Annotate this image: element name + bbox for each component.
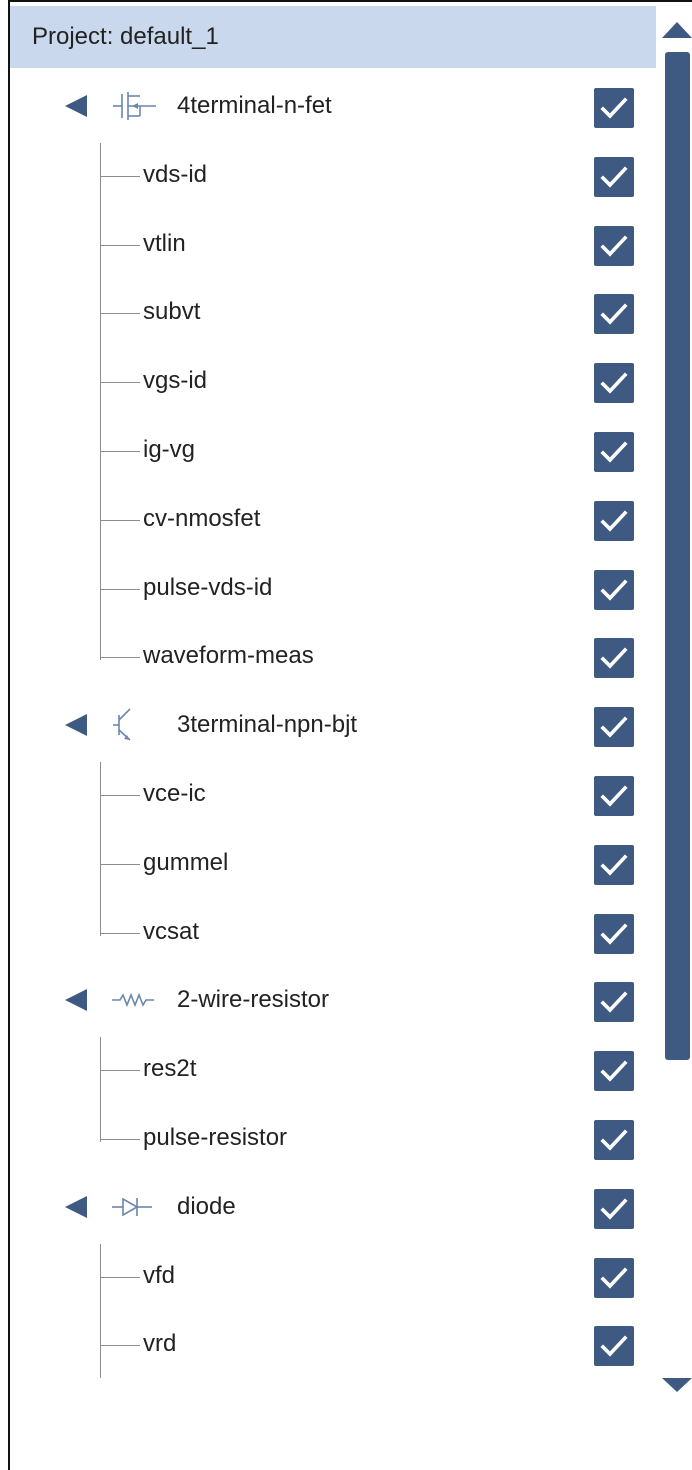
- scroll-down-arrow-icon[interactable]: [662, 1378, 692, 1392]
- tree-branch-line: [100, 932, 140, 934]
- collapse-caret-icon[interactable]: [65, 95, 87, 117]
- child-checkbox[interactable]: [594, 363, 634, 404]
- npn-bjt-icon: [110, 707, 160, 743]
- tree-branch-line: [100, 1070, 140, 1072]
- tree-connector-line: [100, 142, 101, 661]
- tree-branch-line: [100, 519, 140, 521]
- child-checkbox[interactable]: [594, 225, 634, 266]
- tree-child-label: vfd: [143, 1261, 176, 1289]
- tree-group-row[interactable]: 3terminal-npn-bjt: [10, 691, 650, 759]
- tree-child-row[interactable]: vrd: [10, 1310, 650, 1378]
- child-checkbox[interactable]: [594, 1051, 634, 1092]
- tree-child-label: waveform-meas: [143, 642, 314, 670]
- group-checkbox[interactable]: [594, 88, 634, 128]
- collapse-caret-icon[interactable]: [65, 1195, 87, 1218]
- tree-branch-line: [100, 795, 140, 796]
- tree-group-label: 4terminal-n-fet: [177, 92, 332, 119]
- child-checkbox[interactable]: [594, 1326, 634, 1367]
- tree-group-row[interactable]: 4terminal-n-fet: [10, 72, 650, 140]
- tree-child-row[interactable]: pulse-resistor: [10, 1104, 650, 1172]
- tree-child-row[interactable]: gummel: [10, 829, 650, 897]
- tree-child-label: vgs-id: [143, 367, 208, 395]
- tree-child-row[interactable]: ig-vg: [10, 416, 650, 484]
- tree-branch-line: [100, 1276, 140, 1278]
- tree-child-label: vds-id: [143, 160, 208, 188]
- group-checkbox[interactable]: [594, 707, 634, 748]
- project-header[interactable]: Project: default_1: [10, 6, 656, 68]
- tree-branch-line: [100, 588, 140, 590]
- tree-child-label: vce-ic: [143, 780, 206, 807]
- tree-child-row[interactable]: pulse-vds-id: [10, 554, 650, 622]
- diode-icon: [110, 1189, 160, 1225]
- tree-child-row[interactable]: vcsat: [10, 898, 650, 966]
- tree-child-label: pulse-vds-id: [143, 573, 273, 601]
- child-checkbox[interactable]: [594, 638, 634, 679]
- tree-child-label: vcsat: [143, 917, 200, 945]
- tree-child-row[interactable]: vce-ic: [10, 760, 650, 828]
- tree-child-row[interactable]: subvt: [10, 278, 650, 346]
- scroll-up-arrow-icon[interactable]: [662, 22, 692, 38]
- tree-group-row[interactable]: 2-wire-resistor: [10, 966, 650, 1034]
- nfet-icon: [110, 88, 160, 124]
- tree-branch-line: [100, 382, 140, 384]
- tree-child-row[interactable]: waveform-meas: [10, 622, 650, 690]
- child-checkbox[interactable]: [594, 569, 634, 610]
- child-checkbox[interactable]: [594, 156, 634, 197]
- group-checkbox[interactable]: [594, 982, 634, 1023]
- tree-child-row[interactable]: res2t: [10, 1035, 650, 1103]
- tree-connector-line: [100, 1037, 101, 1142]
- resistor-icon: [110, 982, 160, 1018]
- child-checkbox[interactable]: [594, 500, 634, 541]
- tree-connector-line: [100, 1243, 101, 1379]
- scrollbar-thumb[interactable]: [665, 52, 690, 1060]
- tree-child-label: gummel: [143, 848, 229, 876]
- tree-child-row[interactable]: vgs-id: [10, 347, 650, 415]
- tree-child-row[interactable]: vds-id: [10, 141, 650, 209]
- collapse-caret-icon[interactable]: [65, 714, 87, 737]
- tree-child-label: pulse-resistor: [143, 1124, 288, 1151]
- child-checkbox[interactable]: [594, 1257, 634, 1298]
- tree-child-label: res2t: [143, 1055, 197, 1083]
- tree-child-row[interactable]: vfd: [10, 1242, 650, 1310]
- tree-child-row[interactable]: vtlin: [10, 210, 650, 278]
- tree-group-row[interactable]: diode: [10, 1173, 650, 1241]
- child-checkbox[interactable]: [594, 913, 634, 954]
- project-tree-panel: Project: default_1 4terminal-n-fet vds-id…: [8, 0, 692, 1470]
- tree-group-label: diode: [177, 1192, 236, 1220]
- tree-group-label: 2-wire-resistor: [177, 986, 330, 1014]
- tree-child-label: subvt: [143, 298, 201, 326]
- tree-branch-line: [100, 451, 140, 452]
- child-checkbox[interactable]: [594, 844, 634, 885]
- tree-child-row[interactable]: cv-nmosfet: [10, 485, 650, 553]
- tree-branch-line: [100, 175, 140, 177]
- tree-branch-line: [100, 313, 140, 315]
- child-checkbox[interactable]: [594, 432, 634, 472]
- tree-child-label: cv-nmosfet: [143, 504, 261, 532]
- tree-branch-line: [100, 657, 140, 659]
- tree-branch-line: [100, 1139, 140, 1140]
- collapse-caret-icon[interactable]: [65, 989, 87, 1012]
- tree-branch-line: [100, 244, 140, 246]
- child-checkbox[interactable]: [594, 1120, 634, 1160]
- tree-branch-line: [100, 863, 140, 865]
- tree-connector-line: [100, 762, 101, 936]
- group-checkbox[interactable]: [594, 1188, 634, 1229]
- tree-group-label: 3terminal-npn-bjt: [177, 711, 358, 739]
- tree-child-label: vtlin: [143, 229, 186, 257]
- child-checkbox[interactable]: [594, 776, 634, 816]
- tree-child-label: ig-vg: [143, 436, 196, 463]
- tree-child-label: vrd: [143, 1330, 177, 1358]
- child-checkbox[interactable]: [594, 294, 634, 335]
- tree-branch-line: [100, 1345, 140, 1347]
